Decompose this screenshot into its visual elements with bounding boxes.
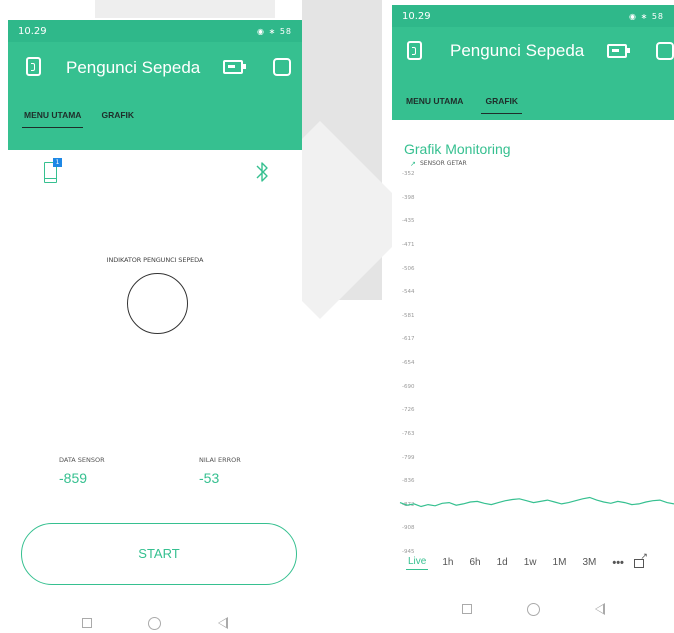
time-range-6h[interactable]: 6h xyxy=(469,557,480,570)
start-button[interactable]: START xyxy=(21,523,297,585)
square-icon[interactable] xyxy=(273,58,291,76)
tab-bar: MENU UTAMA GRAFIK xyxy=(22,104,302,128)
app-icon[interactable] xyxy=(407,41,422,60)
app-bar: Pengunci Sepeda MENU UTAMA GRAFIK xyxy=(392,27,674,120)
app-bar: Pengunci Sepeda MENU UTAMA GRAFIK xyxy=(8,42,302,150)
fullscreen-icon[interactable] xyxy=(633,552,648,568)
tab-menu-utama[interactable]: MENU UTAMA xyxy=(22,104,84,128)
tab-bar: MENU UTAMA GRAFIK xyxy=(406,90,674,114)
back-icon[interactable] xyxy=(594,603,605,615)
status-bar: 10.29 ◉ ∗ 58 xyxy=(392,5,674,27)
grafik-screen: 10.29 ◉ ∗ 58 Pengunci Sepeda MENU UTAMA … xyxy=(392,5,674,633)
status-indicators: ◉ ∗ 58 xyxy=(629,11,664,21)
square-icon[interactable] xyxy=(656,42,674,60)
time-range-1m[interactable]: 1M xyxy=(553,557,567,570)
time-range-1w[interactable]: 1w xyxy=(524,557,537,570)
home-icon[interactable] xyxy=(526,602,540,616)
app-icon[interactable] xyxy=(26,57,41,76)
status-indicators: ◉ ∗ 58 xyxy=(257,26,292,36)
status-time: 10.29 xyxy=(18,25,47,37)
line-chart[interactable] xyxy=(392,165,674,565)
tab-grafik[interactable]: GRAFIK xyxy=(101,104,134,128)
lock-indicator-led xyxy=(127,273,188,334)
tab-menu-utama[interactable]: MENU UTAMA xyxy=(406,90,463,114)
tab-grafik[interactable]: GRAFIK xyxy=(481,90,523,114)
nilai-error-value: -53 xyxy=(199,470,220,486)
recents-icon[interactable] xyxy=(82,618,93,628)
status-time: 10.29 xyxy=(402,10,431,22)
series-line-sensor-getar xyxy=(399,496,674,508)
home-icon[interactable] xyxy=(148,616,162,630)
nilai-error-label: NILAI ERROR xyxy=(199,456,241,464)
menu-utama-screen: 10.29 ◉ ∗ 58 Pengunci Sepeda MENU UTAMA … xyxy=(8,20,302,633)
data-sensor-value: -859 xyxy=(59,470,88,486)
data-sensor-label: DATA SENSOR xyxy=(59,456,105,464)
back-icon[interactable] xyxy=(217,617,228,629)
time-range-3m[interactable]: 3M xyxy=(582,557,596,570)
background-shape xyxy=(95,0,275,18)
more-options-icon[interactable]: ••• xyxy=(612,557,624,569)
bluetooth-icon[interactable] xyxy=(254,160,270,184)
graph-title: Grafik Monitoring xyxy=(404,141,511,157)
time-range-live[interactable]: Live xyxy=(406,556,429,570)
recents-icon[interactable] xyxy=(461,604,472,614)
indicator-label: INDIKATOR PENGUNCI SEPEDA xyxy=(106,256,204,264)
system-nav-bar xyxy=(392,597,674,621)
device-icon[interactable] xyxy=(223,60,246,74)
app-title: Pengunci Sepeda xyxy=(66,58,201,77)
time-range-1h[interactable]: 1h xyxy=(442,557,453,570)
system-nav-bar xyxy=(8,611,302,633)
time-range-selector: Live 1h 6h 1d 1w 1M 3M ••• xyxy=(406,552,648,570)
status-bar: 10.29 ◉ ∗ 58 xyxy=(8,20,302,42)
app-title: Pengunci Sepeda xyxy=(450,41,585,60)
notification-badge: 1 xyxy=(53,158,62,167)
device-icon[interactable] xyxy=(607,44,630,58)
time-range-1d[interactable]: 1d xyxy=(497,557,508,570)
